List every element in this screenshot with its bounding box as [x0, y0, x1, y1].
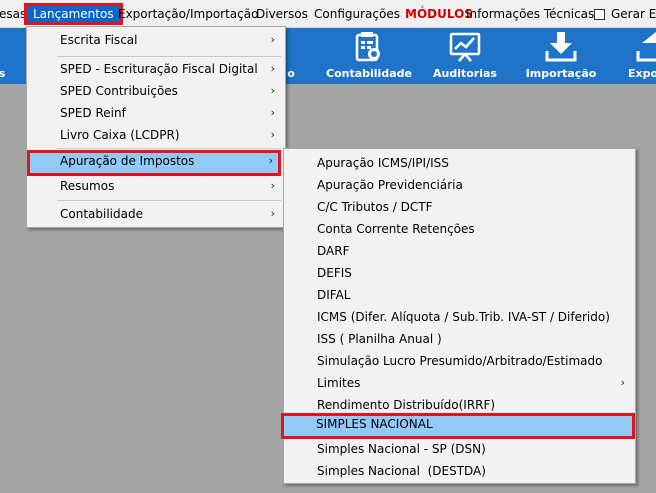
toolbar-button-exportacao-partial[interactable]: Expo: [626, 28, 656, 84]
chevron-right-icon: ›: [270, 207, 275, 220]
toolbar-label-auditorias: Auditorias: [433, 67, 497, 80]
menu-item-label: DEFIS: [317, 266, 352, 280]
upload-icon: [636, 32, 656, 62]
submenu-item-simples-nacional-sp[interactable]: Simples Nacional - SP (DSN): [286, 438, 633, 460]
menu-separator: [57, 148, 281, 149]
menu-item-label: SIMPLES NACIONAL: [316, 417, 433, 431]
toolbar-label-importacao: Importação: [525, 67, 597, 80]
menu-item-sped-reinf[interactable]: SPED Reinf ›: [29, 102, 283, 124]
submenu-item-iss-planilha[interactable]: ISS ( Planilha Anual ): [286, 328, 633, 350]
menu-item-label: Livro Caixa (LCDPR): [60, 128, 180, 142]
menu-informacoes-tecnicas[interactable]: Informações Técnicas: [466, 7, 594, 21]
menu-empresas[interactable]: esas: [0, 7, 26, 21]
toolbar-button-partial-mid[interactable]: o: [284, 28, 298, 84]
menu-item-label: Simples Nacional - SP (DSN): [317, 442, 486, 456]
menu-item-label: C/C Tributos / DCTF: [317, 200, 433, 214]
menu-item-label: Apuração Previdenciária: [317, 178, 463, 192]
menu-item-label: Apuração ICMS/IPI/ISS: [317, 156, 449, 170]
menu-item-label: DARF: [317, 244, 350, 258]
submenu-item-icms-difer[interactable]: ICMS (Difer. Alíquota / Sub.Trib. IVA-ST…: [286, 306, 633, 328]
gerar-checkbox[interactable]: [594, 9, 605, 20]
menu-diversos[interactable]: Diversos: [256, 7, 308, 21]
toolbar-label: o: [287, 67, 295, 80]
menu-item-sped-contribuicoes[interactable]: SPED Contribuições ›: [29, 80, 283, 102]
toolbar-label: s: [0, 67, 6, 80]
menu-separator: [57, 200, 281, 201]
toolbar-label-exportacao: Expo: [628, 67, 656, 80]
gerar-checkbox-label: Gerar Em: [611, 7, 656, 21]
apuracao-impostos-submenu: Apuração ICMS/IPI/ISS Apuração Previdenc…: [281, 148, 636, 484]
chevron-right-icon: ›: [270, 106, 275, 119]
menu-item-label: SPED Contribuições: [60, 84, 178, 98]
menu-item-livro-caixa[interactable]: Livro Caixa (LCDPR) ›: [29, 124, 283, 146]
menu-item-label: Limites: [317, 376, 361, 390]
submenu-item-simples-nacional[interactable]: SIMPLES NACIONAL: [281, 413, 635, 439]
menu-item-label: Simulação Lucro Presumido/Arbitrado/Esti…: [317, 354, 603, 368]
submenu-item-cc-tributos[interactable]: C/C Tributos / DCTF: [286, 196, 633, 218]
menu-item-escrita-fiscal[interactable]: Escrita Fiscal ›: [29, 29, 283, 51]
submenu-item-limites[interactable]: Limites ›: [286, 372, 633, 394]
menu-item-label: Resumos: [60, 179, 115, 193]
submenu-item-apuracao-previdenciaria[interactable]: Apuração Previdenciária: [286, 174, 633, 196]
toolbar-button-contabilidade[interactable]: Contabilidade: [326, 28, 412, 84]
chevron-right-icon: ›: [270, 84, 275, 97]
menu-item-label: Simples Nacional (DESTDA): [317, 464, 486, 478]
menu-modulos[interactable]: MÓDULOS: [405, 7, 473, 21]
toolbar-button-importacao[interactable]: Importação: [524, 28, 598, 84]
menu-exportacao-importacao[interactable]: Exportação/Importação: [118, 7, 258, 21]
menu-item-label: ISS ( Planilha Anual ): [317, 332, 442, 346]
chevron-right-icon: ›: [270, 179, 275, 192]
toolbar-label-contabilidade: Contabilidade: [326, 67, 412, 80]
menu-item-contabilidade[interactable]: Contabilidade ›: [29, 203, 283, 225]
menu-item-label: SPED - Escrituração Fiscal Digital: [60, 62, 258, 76]
menu-item-label: SPED Reinf: [60, 106, 126, 120]
calculator-icon: [354, 32, 382, 62]
submenu-item-simulacao-lucro[interactable]: Simulação Lucro Presumido/Arbitrado/Esti…: [286, 350, 633, 372]
menu-item-label: Apuração de Impostos: [60, 154, 195, 168]
download-icon: [545, 32, 577, 62]
submenu-item-darf[interactable]: DARF: [286, 240, 633, 262]
menu-item-label: ICMS (Difer. Alíquota / Sub.Trib. IVA-ST…: [317, 310, 610, 324]
submenu-item-simples-nacional-destda[interactable]: Simples Nacional (DESTDA): [286, 460, 633, 482]
menu-item-label: Contabilidade: [60, 207, 143, 221]
menu-separator: [57, 56, 281, 57]
menu-item-label: Escrita Fiscal: [60, 33, 138, 47]
lancamentos-menu: Escrita Fiscal › SPED - Escrituração Fis…: [26, 26, 286, 228]
menu-item-sped-fiscal[interactable]: SPED - Escrituração Fiscal Digital ›: [29, 58, 283, 80]
submenu-item-apuracao-icms[interactable]: Apuração ICMS/IPI/ISS: [286, 152, 633, 174]
submenu-item-difal[interactable]: DIFAL: [286, 284, 633, 306]
chevron-right-icon: ›: [270, 62, 275, 75]
chevron-right-icon: ›: [270, 33, 275, 46]
menu-item-apuracao-impostos[interactable]: Apuração de Impostos ›: [27, 150, 281, 176]
presentation-chart-icon: [449, 32, 481, 62]
toolbar-button-auditorias[interactable]: Auditorias: [428, 28, 502, 84]
chevron-right-icon: ›: [268, 154, 273, 167]
menu-item-label: DIFAL: [317, 288, 351, 302]
menu-bar: esas Lançamentos Exportação/Importação D…: [0, 0, 656, 28]
toolbar-button-partial-left[interactable]: s: [0, 28, 8, 84]
menu-configuracoes[interactable]: Configurações: [314, 7, 400, 21]
chevron-right-icon: ›: [270, 128, 275, 141]
menu-item-resumos[interactable]: Resumos ›: [29, 175, 283, 197]
menu-item-label: Rendimento Distribuído(IRRF): [317, 398, 496, 412]
chevron-right-icon: ›: [620, 376, 625, 389]
submenu-item-defis[interactable]: DEFIS: [286, 262, 633, 284]
menu-item-label: Conta Corrente Retenções: [317, 222, 475, 236]
submenu-item-conta-corrente-retencoes[interactable]: Conta Corrente Retenções: [286, 218, 633, 240]
menu-lancamentos[interactable]: Lançamentos: [24, 3, 123, 25]
